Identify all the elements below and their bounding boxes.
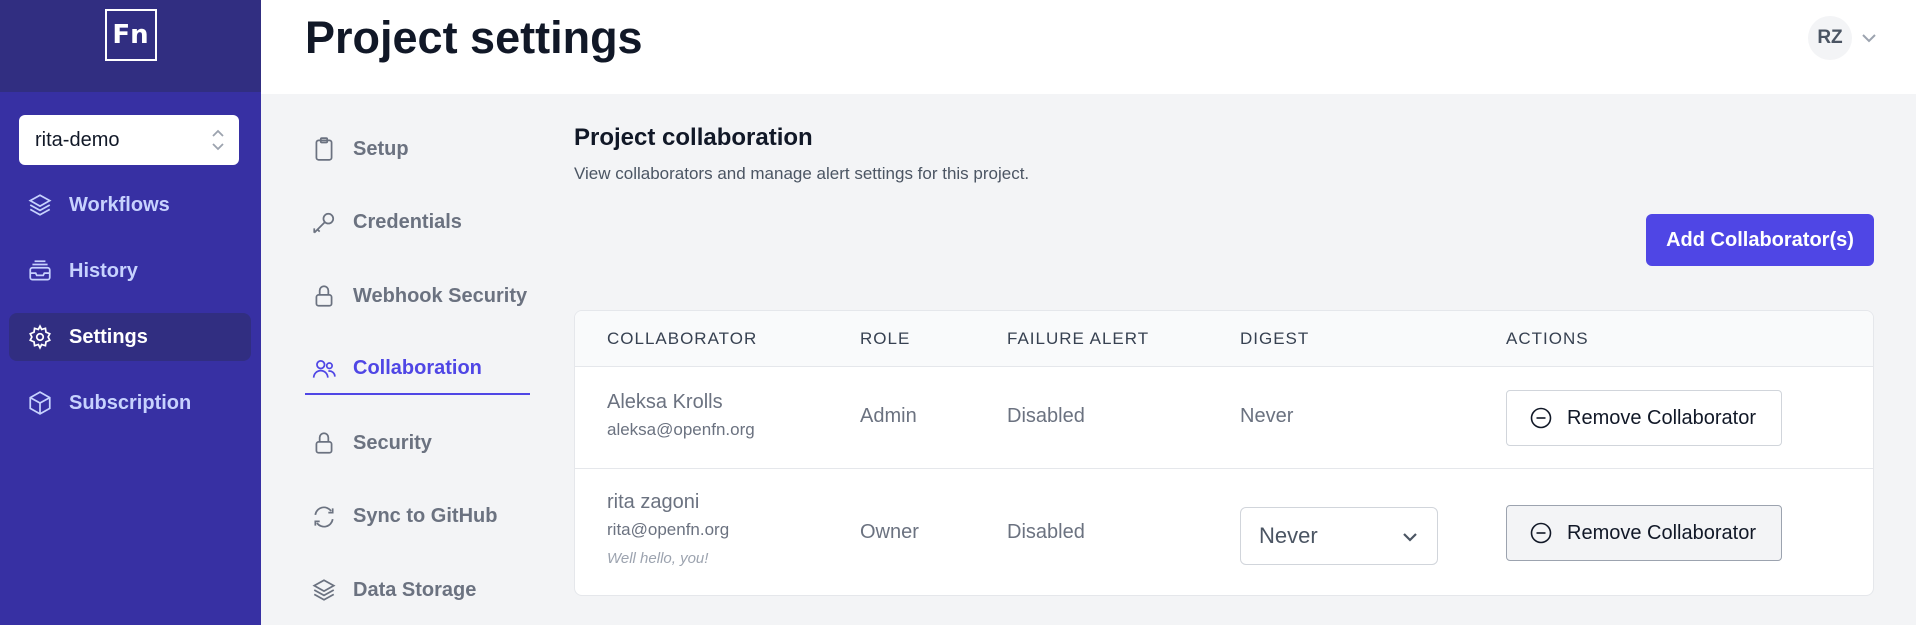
column-header-digest: DIGEST xyxy=(1240,329,1310,348)
sidebar-item-settings[interactable]: Settings xyxy=(9,313,251,361)
section-title: Project collaboration xyxy=(574,124,813,151)
collaborator-cell: rita zagoni rita@openfn.org Well hello, … xyxy=(607,491,729,567)
settings-item-label: Webhook Security xyxy=(353,284,528,307)
settings-item-sync-github[interactable]: Sync to GitHub xyxy=(305,492,530,542)
role-value: Owner xyxy=(860,521,919,543)
chevron-down-icon xyxy=(1862,34,1876,43)
remove-collaborator-label: Remove Collaborator xyxy=(1567,406,1756,429)
inbox-stack-icon xyxy=(29,260,51,281)
settings-item-label: Setup xyxy=(353,137,409,160)
collaborator-email: rita@openfn.org xyxy=(607,520,730,539)
role-value: Admin xyxy=(860,405,917,427)
table-row: rita zagoni rita@openfn.org Well hello, … xyxy=(575,469,1873,595)
gear-icon xyxy=(29,324,51,350)
settings-item-label: Credentials xyxy=(353,211,462,233)
remove-collaborator-label: Remove Collaborator xyxy=(1567,521,1756,544)
column-header-actions: ACTIONS xyxy=(1506,329,1589,348)
settings-nav: Setup Credentials Webhook Security Colla… xyxy=(305,124,530,625)
avatar: RZ xyxy=(1808,16,1852,60)
settings-item-credentials[interactable]: Credentials xyxy=(305,198,530,248)
sidebar-header: Fn xyxy=(0,0,261,92)
section-description: View collaborators and manage alert sett… xyxy=(574,164,1030,183)
app-logo[interactable]: Fn xyxy=(104,9,157,61)
page-title: Project settings xyxy=(305,12,643,63)
chevron-up-down-icon xyxy=(212,129,224,151)
settings-item-data-storage[interactable]: Data Storage xyxy=(305,565,530,615)
stack-icon xyxy=(312,579,336,601)
table-row: Aleksa Krolls aleksa@openfn.org Admin Di… xyxy=(575,367,1873,469)
collaborator-name: Aleksa Krolls xyxy=(607,391,723,413)
digest-selected-value: Never xyxy=(1259,523,1318,548)
minus-circle-icon xyxy=(1530,407,1552,429)
lock-icon xyxy=(315,285,333,307)
minus-circle-icon xyxy=(1530,522,1552,544)
settings-item-label: Collaboration xyxy=(353,357,482,379)
settings-item-webhook-security[interactable]: Webhook Security xyxy=(305,271,530,321)
project-name: rita-demo xyxy=(35,128,120,151)
top-header: Project settings RZ xyxy=(261,0,1916,94)
collaborator-name: rita zagoni xyxy=(607,491,700,513)
collaborator-email: aleksa@openfn.org xyxy=(607,420,755,439)
lock-icon xyxy=(315,432,333,454)
digest-select[interactable]: Never xyxy=(1240,507,1438,565)
project-selector[interactable]: rita-demo xyxy=(19,115,239,165)
layers-icon xyxy=(28,194,52,216)
key-icon xyxy=(313,212,335,233)
column-header-role: ROLE xyxy=(860,329,911,348)
settings-item-security[interactable]: Security xyxy=(305,418,530,468)
column-header-collaborator: COLLABORATOR xyxy=(607,329,758,348)
sidebar-nav: Workflows History Settings Subscription xyxy=(9,181,251,445)
sidebar-item-label: History xyxy=(69,259,138,282)
remove-collaborator-button[interactable]: Remove Collaborator xyxy=(1506,505,1782,561)
sidebar-item-subscription[interactable]: Subscription xyxy=(9,379,251,427)
table-header: COLLABORATOR ROLE FAILURE ALERT DIGEST A… xyxy=(575,311,1873,367)
sidebar-item-label: Workflows xyxy=(69,193,170,216)
clipboard-icon xyxy=(315,137,333,161)
sidebar-item-label: Subscription xyxy=(69,391,192,414)
failure-alert-value: Disabled xyxy=(1007,405,1085,427)
settings-item-setup[interactable]: Setup xyxy=(305,124,530,174)
settings-item-label: Sync to GitHub xyxy=(353,505,498,527)
collaborator-note: Well hello, you! xyxy=(607,550,709,567)
digest-value: Never xyxy=(1240,405,1294,427)
user-menu[interactable]: RZ xyxy=(1808,16,1878,60)
users-icon xyxy=(312,359,336,378)
chevron-down-icon xyxy=(1403,533,1417,542)
refresh-icon xyxy=(314,505,334,528)
sidebar-item-label: Settings xyxy=(69,325,148,348)
settings-item-label: Data Storage xyxy=(353,578,477,601)
settings-item-label: Security xyxy=(353,431,432,454)
column-header-failure-alert: FAILURE ALERT xyxy=(1007,329,1150,348)
cube-icon xyxy=(29,391,51,415)
add-collaborators-button[interactable]: Add Collaborator(s) xyxy=(1646,214,1874,266)
failure-alert-value: Disabled xyxy=(1007,521,1085,543)
main-content: Project collaboration View collaborators… xyxy=(574,124,1874,596)
sidebar-item-history[interactable]: History xyxy=(9,247,251,295)
settings-item-collaboration[interactable]: Collaboration xyxy=(305,345,530,395)
sidebar: Fn rita-demo Workflows History Settings … xyxy=(0,0,261,625)
collaborators-table: COLLABORATOR ROLE FAILURE ALERT DIGEST A… xyxy=(574,310,1874,596)
collaborator-cell: Aleksa Krolls aleksa@openfn.org xyxy=(607,391,755,440)
sidebar-item-workflows[interactable]: Workflows xyxy=(9,181,251,229)
remove-collaborator-button[interactable]: Remove Collaborator xyxy=(1506,390,1782,446)
